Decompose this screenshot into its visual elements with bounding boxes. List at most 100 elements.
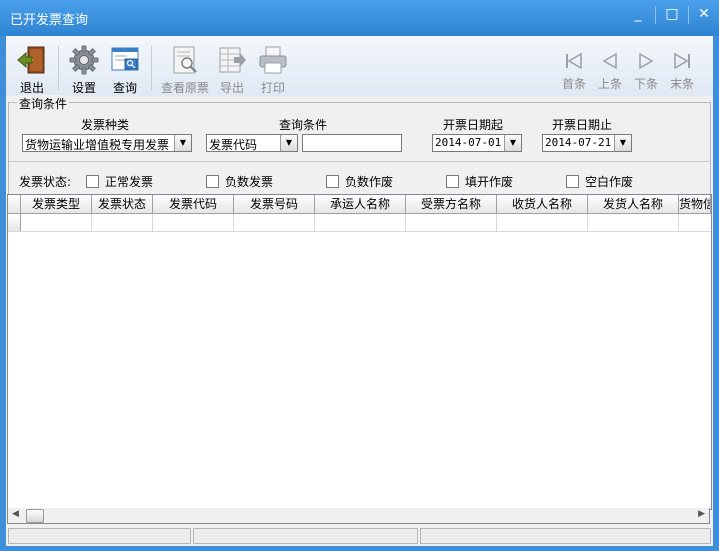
status-issued-void-label: 填开作废 [465, 175, 514, 189]
query-conditions-group: 查询条件 发票种类 货物运输业增值税专用发票 ▼ 查询条件 发票代码 ▼ 开票日… [8, 95, 711, 196]
table-cell[interactable] [153, 214, 234, 231]
column-header[interactable]: 承运人名称 [315, 195, 406, 213]
table-cell[interactable] [21, 214, 92, 231]
minimize-button[interactable]: _ [624, 4, 652, 26]
invoice-type-select[interactable]: 货物运输业增值税专用发票 ▼ [22, 134, 192, 152]
status-issued-void-checkbox[interactable]: 填开作废 [446, 173, 513, 190]
checkbox-box[interactable] [326, 175, 339, 188]
title-separator [688, 6, 689, 24]
checkbox-box[interactable] [86, 175, 99, 188]
status-negative-void-label: 负数作废 [345, 175, 394, 189]
title-separator [655, 6, 656, 24]
date-from-label: 开票日期起 [443, 118, 504, 132]
chevron-down-icon[interactable]: ▼ [504, 135, 521, 151]
export-icon [219, 47, 246, 73]
status-bar [6, 526, 713, 546]
table-cell[interactable] [315, 214, 406, 231]
column-header[interactable]: 发货人名称 [588, 195, 679, 213]
status-panel [193, 528, 418, 544]
scroll-left-icon[interactable]: ◀ [12, 509, 19, 519]
settings-label: 设置 [71, 81, 96, 95]
column-header[interactable]: 发票状态 [92, 195, 153, 213]
checkbox-box[interactable] [206, 175, 219, 188]
query-label: 查询 [112, 81, 137, 95]
checkbox-box[interactable] [446, 175, 459, 188]
invoice-type-value: 货物运输业增值税专用发票 [25, 138, 170, 152]
toolbar-separator [58, 46, 59, 90]
date-from-picker[interactable]: 2014-07-01 ▼ [432, 134, 522, 152]
column-header[interactable]: 受票方名称 [406, 195, 497, 213]
horizontal-scrollbar[interactable]: ◀ ▶ [7, 508, 710, 524]
close-button[interactable]: ✕ [690, 4, 718, 26]
prev-record-label: 上条 [597, 77, 622, 91]
condition-value: 发票代码 [209, 138, 258, 152]
date-to-picker[interactable]: 2014-07-21 ▼ [542, 134, 632, 152]
status-negative-label: 负数发票 [225, 175, 274, 189]
maximize-button[interactable]: □ [658, 4, 686, 26]
last-record-button[interactable]: 末条 [662, 44, 702, 94]
status-panel [8, 528, 191, 544]
prev-record-button[interactable]: 上条 [590, 44, 630, 94]
export-button[interactable]: 导出 [210, 44, 254, 95]
last-icon [674, 52, 690, 70]
status-blank-void-checkbox[interactable]: 空白作废 [566, 173, 633, 190]
table-cell[interactable] [497, 214, 588, 231]
next-record-button[interactable]: 下条 [626, 44, 666, 94]
next-record-label: 下条 [633, 77, 658, 91]
chevron-down-icon[interactable]: ▼ [614, 135, 631, 151]
first-icon [566, 52, 582, 70]
print-button[interactable]: 打印 [251, 44, 295, 95]
chevron-down-icon[interactable]: ▼ [174, 135, 191, 151]
date-to-label: 开票日期止 [552, 118, 613, 132]
column-header[interactable]: 发票代码 [153, 195, 234, 213]
column-header[interactable]: 收货人名称 [497, 195, 588, 213]
query-icon [111, 47, 139, 71]
query-button[interactable]: 查询 [103, 44, 147, 95]
invoice-status-label: 发票状态: [19, 175, 72, 189]
condition-select[interactable]: 发票代码 ▼ [206, 134, 298, 152]
row-header[interactable] [8, 214, 21, 231]
condition-label: 查询条件 [279, 118, 328, 132]
print-label: 打印 [260, 81, 285, 95]
settings-button[interactable]: 设置 [62, 44, 106, 95]
scroll-right-icon[interactable]: ▶ [698, 509, 705, 519]
status-negative-void-checkbox[interactable]: 负数作废 [326, 173, 393, 190]
view-original-icon [173, 46, 197, 74]
table-row[interactable] [8, 214, 711, 232]
column-header[interactable]: 货物信 [679, 195, 711, 213]
table-cell[interactable] [234, 214, 315, 231]
exit-label: 退出 [19, 81, 44, 95]
status-panel [420, 528, 711, 544]
export-label: 导出 [219, 81, 244, 95]
gear-icon [69, 45, 99, 75]
title-bar: 已开发票查询 _ □ ✕ [0, 0, 719, 36]
view-original-label: 查看原票 [160, 81, 209, 95]
next-icon [639, 52, 654, 70]
status-normal-label: 正常发票 [105, 175, 154, 189]
table-cell[interactable] [406, 214, 497, 231]
first-record-button[interactable]: 首条 [554, 44, 594, 94]
table-cell[interactable] [679, 214, 711, 231]
last-record-label: 末条 [669, 77, 694, 91]
invoice-grid[interactable]: 发票类型 发票状态 发票代码 发票号码 承运人名称 受票方名称 收货人名称 发货… [7, 194, 712, 510]
client-area: 退出 设置 查询 查看原票 导出 打印 首条 上条 下条 末条 查询条件 发票种… [6, 36, 713, 546]
invoice-type-label: 发票种类 [81, 118, 130, 132]
scroll-thumb[interactable] [26, 509, 44, 523]
column-header[interactable]: 发票号码 [234, 195, 315, 213]
checkbox-box[interactable] [566, 175, 579, 188]
status-blank-void-label: 空白作废 [585, 175, 634, 189]
view-original-button[interactable]: 查看原票 [160, 44, 210, 95]
chevron-down-icon[interactable]: ▼ [280, 135, 297, 151]
status-negative-checkbox[interactable]: 负数发票 [206, 173, 273, 190]
condition-text-input[interactable] [302, 134, 402, 152]
group-divider [9, 161, 710, 162]
date-to-value: 2014-07-21 [545, 136, 612, 149]
prev-icon [602, 52, 617, 70]
table-cell[interactable] [588, 214, 679, 231]
table-cell[interactable] [92, 214, 153, 231]
row-header-corner [8, 195, 21, 213]
status-normal-checkbox[interactable]: 正常发票 [86, 173, 153, 190]
column-header[interactable]: 发票类型 [21, 195, 92, 213]
exit-button[interactable]: 退出 [10, 44, 54, 95]
invoice-query-window: 已开发票查询 _ □ ✕ 退出 设置 查询 查看原票 导出 打印 首条 上条 下… [0, 0, 719, 551]
